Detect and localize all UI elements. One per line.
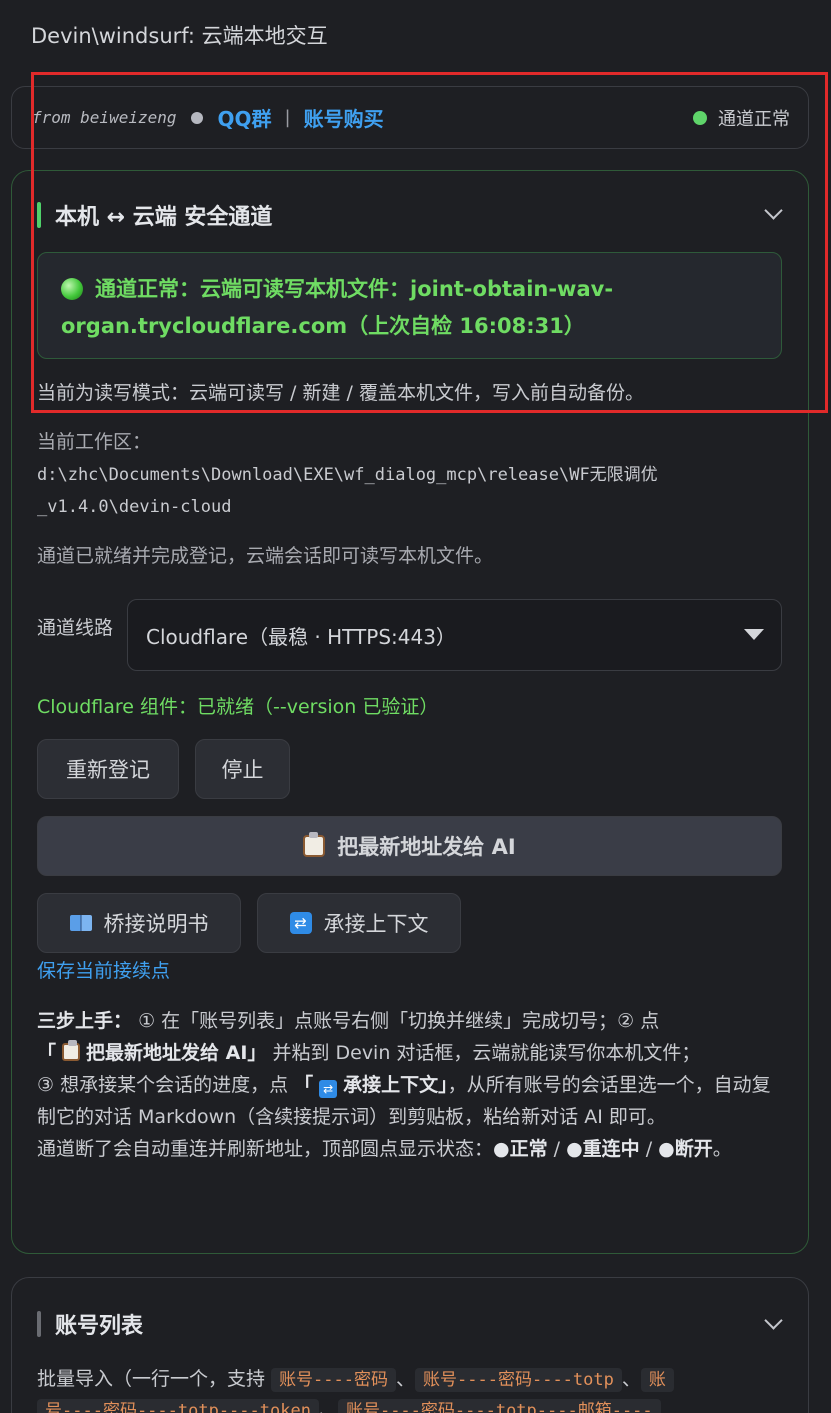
list-separator: 、 (318, 1399, 338, 1413)
clipboard-icon (303, 832, 326, 857)
save-checkpoint-link[interactable]: 保存当前接续点 (37, 956, 170, 983)
tunnel-status: 通道正常 (693, 105, 790, 131)
chevron-down-icon[interactable] (764, 1311, 783, 1330)
mode-text: 当前为读写模式：云端可读写 / 新建 / 覆盖本机文件，写入前自动备份。 (37, 382, 644, 404)
buy-account-link[interactable]: 账号购买 (304, 103, 384, 132)
help-step-2-text: 并粘到 Devin 对话框，云端就能读写你本机文件； (272, 1042, 701, 1064)
route-label: 通道线路 (37, 617, 114, 639)
resume-context-button[interactable]: ⇄ 承接上下文 (257, 893, 461, 953)
format-account-password: 账号----密码 (271, 1368, 397, 1392)
bulk-import-text: 批量导入（一行一个，支持 (37, 1368, 266, 1390)
workspace-path-line-2: _v1.4.0\devin-cloud (37, 497, 232, 517)
stop-button[interactable]: 停止 (195, 739, 290, 799)
help-reconnect-text: 通道断了会自动重连并刷新地址，顶部圆点显示状态： (37, 1138, 494, 1160)
list-separator: 、 (396, 1368, 416, 1390)
help-step-3-button: 承接上下文」 (343, 1074, 448, 1096)
help-steps-label: 三步上手： (37, 1010, 133, 1032)
cycle-icon: ⇄ (319, 1080, 338, 1098)
link-separator: | (284, 107, 291, 128)
help-step-2-open: 「 (37, 1042, 57, 1064)
help-text: 三步上手： ① 在「账号列表」点账号右侧「切换并继续」完成切号；② 点 「 把最新… (37, 1005, 787, 1165)
help-state-down: ●断开 (658, 1138, 713, 1160)
list-separator: 、 (621, 1368, 641, 1390)
help-state-sep-2: / (639, 1138, 659, 1160)
send-latest-address-button[interactable]: 把最新地址发给 AI (37, 816, 782, 876)
send-latest-address-label: 把最新地址发给 AI (337, 835, 516, 859)
format-account-password-totp-token-start: 账 (640, 1368, 674, 1392)
format-account-password-totp-token-end: 号----密码----totp----token (37, 1399, 319, 1413)
help-step-1: ① 在「账号列表」点账号右侧「切换并继续」完成切号；② 点 (138, 1010, 660, 1032)
accounts-panel-title: 账号列表 (55, 1314, 144, 1339)
section-accent-bar (37, 1311, 41, 1337)
route-select-value: Cloudflare（最稳 · HTTPS:443） (146, 624, 456, 649)
reregister-button-label: 重新登记 (66, 758, 150, 782)
tunnel-panel: 本机 ↔ 云端 安全通道 通道正常：云端可读写本机文件：joint-obtain… (11, 170, 809, 1254)
book-icon (69, 915, 92, 931)
help-end: 。 (712, 1138, 732, 1160)
accounts-panel: 账号列表 批量导入（一行一个，支持 账号----密码、账号----密码----t… (11, 1277, 809, 1413)
format-account-password-totp: 账号----密码----totp (415, 1368, 622, 1392)
help-state-reconnecting: ●重连中 (566, 1138, 640, 1160)
green-orb-icon (61, 278, 83, 300)
chevron-down-icon[interactable] (764, 201, 783, 220)
tunnel-status-alert: 通道正常：云端可读写本机文件：joint-obtain-wav-organ.tr… (37, 252, 782, 359)
ready-text: 通道已就绪并完成登记，云端会话即可读写本机文件。 (37, 545, 494, 567)
author-credit: from beiweizeng (32, 108, 177, 127)
tunnel-status-label: 通道正常 (718, 108, 790, 130)
help-step-3-open: 「 (294, 1074, 314, 1096)
section-accent-bar (37, 202, 41, 228)
component-status: Cloudflare 组件：已就绪（--version 已验证） (37, 696, 439, 718)
separator-dot (190, 111, 203, 124)
accounts-panel-header[interactable]: 账号列表 (37, 1308, 143, 1340)
help-state-sep-1: / (547, 1138, 567, 1160)
clipboard-icon (62, 1040, 81, 1061)
workspace-path-line-1: d:\zhc\Documents\Download\EXE\wf_dialog_… (37, 465, 658, 485)
bridge-manual-label: 桥接说明书 (103, 912, 209, 936)
tunnel-panel-title: 本机 ↔ 云端 安全通道 (55, 205, 273, 230)
bridge-manual-button[interactable]: 桥接说明书 (37, 893, 241, 953)
dropdown-caret-icon (744, 629, 764, 640)
top-bar: from beiweizeng QQ群 | 账号购买 通道正常 (11, 86, 809, 149)
stop-button-label: 停止 (221, 758, 264, 782)
help-state-ok: ●正常 (493, 1138, 548, 1160)
qq-group-link[interactable]: QQ群 (218, 103, 272, 132)
reregister-button[interactable]: 重新登记 (37, 739, 179, 799)
bulk-import-hint: 批量导入（一行一个，支持 账号----密码、账号----密码----totp、账… (37, 1364, 797, 1413)
status-dot-icon (693, 110, 707, 125)
resume-context-label: 承接上下文 (323, 912, 429, 936)
route-select[interactable]: Cloudflare（最稳 · HTTPS:443） (127, 599, 782, 671)
tunnel-panel-header[interactable]: 本机 ↔ 云端 安全通道 (37, 199, 272, 231)
format-account-password-totp-email: 账号----密码----totp----邮箱---- (337, 1399, 661, 1413)
tunnel-alert-text: 通道正常：云端可读写本机文件：joint-obtain-wav-organ.tr… (61, 277, 614, 338)
cycle-icon: ⇄ (289, 912, 312, 934)
help-step-2-button: 把最新地址发给 AI」 (86, 1042, 267, 1064)
app-title: Devin\windsurf: 云端本地交互 (31, 24, 328, 48)
workspace-label: 当前工作区： (37, 431, 152, 453)
help-step-3-text: ③ 想承接某个会话的进度，点 (37, 1074, 289, 1096)
